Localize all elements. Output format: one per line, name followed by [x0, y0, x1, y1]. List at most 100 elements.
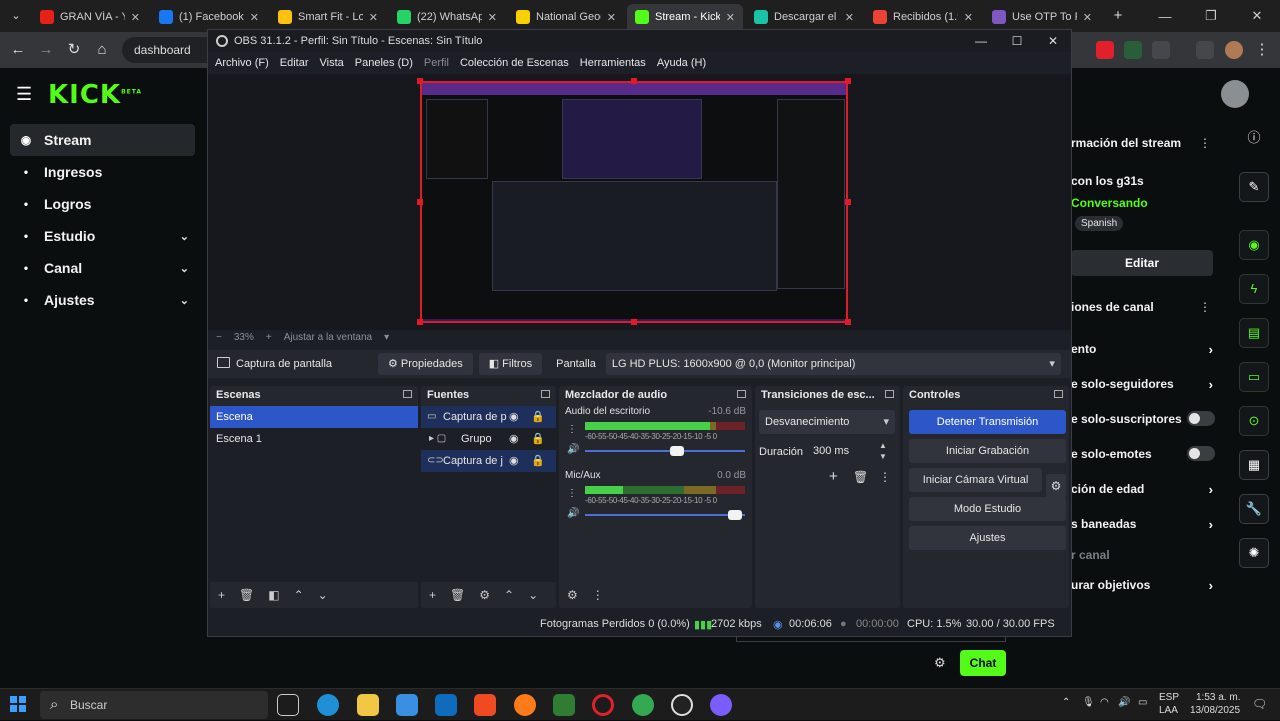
source-item[interactable]: ⊂⊃ Captura de j ◉ 🔒 — [421, 450, 556, 472]
tray-chevron-icon[interactable]: ⌃ — [1062, 697, 1070, 708]
mixer-menu-icon[interactable]: ⋮ — [592, 588, 604, 602]
forward-icon[interactable]: → — [36, 40, 56, 60]
obs-menu-item[interactable]: Herramientas — [580, 57, 646, 69]
clock-time[interactable]: 1:53 a. m. — [1196, 692, 1240, 703]
preview-source-frame[interactable] — [420, 81, 848, 323]
resize-handle[interactable] — [845, 78, 851, 84]
properties-button[interactable]: ⚙ Propiedades — [378, 353, 473, 375]
scene-item[interactable]: Escena 1 — [210, 428, 418, 450]
browser-tab[interactable]: (22) WhatsApp ✕ — [389, 4, 505, 30]
undock-icon[interactable] — [737, 390, 746, 398]
obs-menu-item[interactable]: Ayuda (H) — [657, 57, 706, 69]
channel-menu-icon[interactable]: ⋮ — [567, 488, 577, 499]
layout-icon[interactable]: ▦ — [1239, 450, 1269, 480]
sidebar-item-ajustes[interactable]: • Ajustes ⌄ — [10, 284, 195, 316]
volume-slider-knob[interactable] — [670, 446, 685, 456]
note-icon[interactable]: ▤ — [1239, 318, 1269, 348]
resize-handle[interactable] — [631, 78, 637, 84]
browser-tab[interactable]: (1) Facebook ✕ — [151, 4, 267, 30]
minimize-icon[interactable]: — — [1142, 0, 1188, 32]
source-item[interactable]: ▸ ▢ Grupo ◉ 🔒 — [421, 428, 556, 450]
browser-tab[interactable]: Descargar el s ✕ — [746, 4, 862, 30]
obs-menu-item[interactable]: Editar — [280, 57, 309, 69]
channel-menu-icon[interactable]: ⋮ — [567, 424, 577, 435]
sidebar-item-ingresos[interactable]: • Ingresos — [10, 156, 195, 188]
tab-close-icon[interactable]: ✕ — [964, 11, 973, 24]
lock-icon[interactable]: 🔒 — [531, 428, 545, 450]
channel-option-row[interactable]: ción de edad › — [1071, 482, 1221, 497]
channel-options-more-icon[interactable]: ⋮ — [1199, 300, 1211, 314]
toggle-switch[interactable] — [1187, 411, 1215, 426]
brave-icon[interactable] — [474, 694, 496, 716]
resize-handle[interactable] — [631, 319, 637, 325]
volume-slider-knob[interactable] — [727, 510, 742, 520]
browser-tab[interactable]: Smart Fit - Loc ✕ — [270, 4, 386, 30]
chevron-down-icon[interactable]: ⌄ — [180, 262, 189, 275]
browser-tab[interactable]: GRAN VÍA - Yo ✕ — [32, 4, 148, 30]
edit-icon[interactable]: ✎ — [1239, 172, 1269, 202]
start-virtual-camera-button[interactable]: Iniciar Cámara Virtual — [909, 468, 1042, 492]
move-down-icon[interactable]: ⌄ — [528, 588, 538, 602]
obs-menu-item[interactable]: Archivo (F) — [215, 57, 269, 69]
channel-option-row[interactable]: ento › — [1071, 342, 1221, 357]
browser-tab[interactable]: National Geog ✕ — [508, 4, 624, 30]
home-icon[interactable]: ⌂ — [92, 40, 112, 60]
splash-icon[interactable]: ✺ — [1239, 538, 1269, 568]
channel-option-row[interactable]: urar objetivos › — [1071, 578, 1221, 593]
obs-maximize-icon[interactable]: ☐ — [999, 30, 1035, 52]
tab-close-icon[interactable]: ✕ — [726, 11, 735, 24]
resize-handle[interactable] — [417, 319, 423, 325]
chevron-down-icon[interactable]: ⌄ — [180, 294, 189, 307]
trash-icon[interactable]: 🗑 — [450, 588, 465, 602]
tab-close-icon[interactable]: ✕ — [369, 11, 378, 24]
tab-close-icon[interactable]: ✕ — [845, 11, 854, 24]
more-options-icon[interactable]: ⋮ — [1199, 136, 1211, 150]
resize-handle[interactable] — [417, 199, 423, 205]
transition-select[interactable]: Desvanecimiento — [759, 410, 895, 434]
tab-close-icon[interactable]: ✕ — [488, 11, 497, 24]
tab-close-icon[interactable]: ✕ — [131, 11, 140, 24]
visibility-eye-icon[interactable]: ◉ — [509, 406, 519, 428]
menu-icon[interactable]: ⋮ — [1252, 40, 1272, 60]
kick-logo[interactable]: KICKBETA — [48, 80, 142, 110]
remove-transition-icon[interactable]: 🗑 — [853, 470, 868, 484]
edit-button[interactable]: Editar — [1071, 250, 1213, 276]
undock-icon[interactable] — [403, 390, 412, 398]
stop-streaming-button[interactable]: Detener Transmisión — [909, 410, 1066, 434]
close-icon[interactable]: ✕ — [1234, 0, 1280, 32]
speaker-icon[interactable]: 🔊 — [567, 444, 579, 455]
settings-button[interactable]: Ajustes — [909, 526, 1066, 550]
mic-icon[interactable]: 🎙 — [1082, 697, 1095, 708]
fit-to-window-button[interactable]: Ajustar a la ventana — [284, 332, 372, 343]
zoom-in-button[interactable]: + — [266, 332, 272, 343]
back-icon[interactable]: ← — [8, 40, 28, 60]
chat-button[interactable]: Chat — [960, 650, 1006, 676]
user-avatar[interactable] — [1221, 80, 1249, 108]
studio-mode-button[interactable]: Modo Estudio — [909, 497, 1066, 521]
browser-tab[interactable]: Use OTP To Pr ✕ — [984, 4, 1100, 30]
channel-option-row[interactable]: r canal — [1071, 548, 1221, 562]
lock-icon[interactable]: 🔒 — [531, 450, 545, 472]
move-up-icon[interactable]: ⌃ — [504, 588, 514, 602]
volume-slider[interactable] — [585, 446, 745, 456]
sidebar-item-stream[interactable]: ◉ Stream — [10, 124, 195, 156]
info-icon[interactable]: ⓘ — [1239, 124, 1269, 154]
move-up-icon[interactable]: ⌃ — [294, 588, 304, 602]
firefox-icon[interactable] — [514, 694, 536, 716]
chat-settings-icon[interactable]: ⚙ — [934, 655, 946, 671]
volume-slider[interactable] — [585, 510, 745, 520]
obs-close-icon[interactable]: ✕ — [1035, 30, 1071, 52]
undock-icon[interactable] — [541, 390, 550, 398]
sidebar-item-canal[interactable]: • Canal ⌄ — [10, 252, 195, 284]
reload-icon[interactable]: ↻ — [64, 40, 84, 60]
tab-search-icon[interactable]: ⌄ — [6, 6, 26, 26]
scene-item[interactable]: Escena — [210, 406, 418, 428]
tab-close-icon[interactable]: ✕ — [607, 11, 616, 24]
obs-minimize-icon[interactable]: — — [963, 30, 999, 52]
file-explorer-icon[interactable] — [357, 694, 379, 716]
resize-handle[interactable] — [845, 199, 851, 205]
tab-close-icon[interactable]: ✕ — [250, 11, 259, 24]
channel-option-row[interactable]: e solo-emotes — [1071, 446, 1221, 461]
visibility-eye-icon[interactable]: ◉ — [509, 450, 519, 472]
start-recording-button[interactable]: Iniciar Grabación — [909, 439, 1066, 463]
